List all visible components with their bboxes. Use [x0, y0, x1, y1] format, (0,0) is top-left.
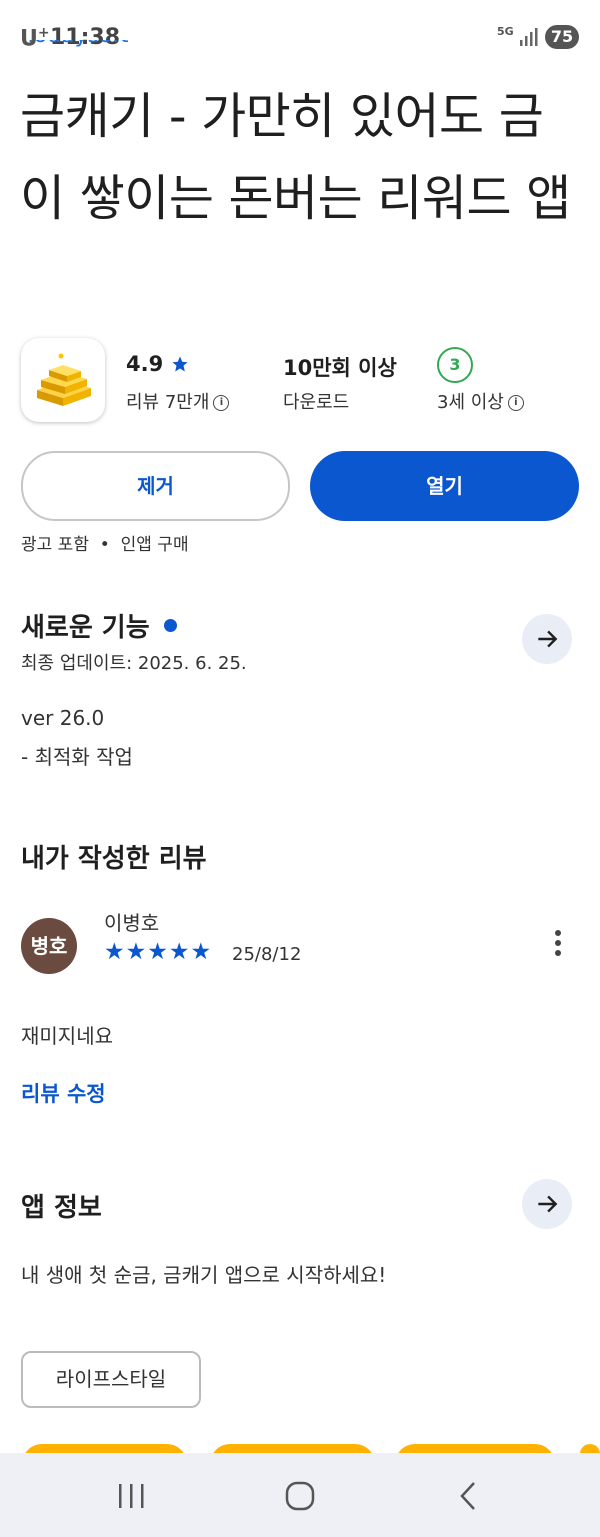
category-chip[interactable]: 라이프스타일 — [21, 1351, 201, 1408]
whats-new-arrow-button[interactable] — [522, 614, 572, 664]
downloads-value: 10만회 이상 — [283, 356, 397, 380]
more-vert-icon[interactable] — [548, 930, 568, 962]
recent-apps-icon[interactable] — [117, 1482, 147, 1510]
my-review-title: 내가 작성한 리뷰 — [21, 844, 207, 874]
avatar: 병호 — [21, 918, 77, 974]
review-text: 재미지네요 — [21, 1024, 113, 1048]
uninstall-button[interactable]: 제거 — [21, 451, 290, 521]
back-icon[interactable] — [456, 1480, 480, 1512]
edit-review-link[interactable]: 리뷰 수정 — [21, 1078, 106, 1108]
age-rating-label[interactable]: 3세 이상 i — [437, 388, 524, 414]
version-text: ver 26.0 — [21, 706, 105, 730]
info-icon: i — [507, 395, 524, 411]
signal-icon — [520, 28, 538, 46]
arrow-right-icon — [538, 630, 558, 648]
new-dot-icon — [163, 619, 177, 632]
star-icon — [172, 356, 188, 372]
release-notes: - 최적화 작업 — [21, 745, 133, 769]
app-badges: 광고 포함 • 인앱 구매 — [21, 535, 189, 555]
about-arrow-button[interactable] — [522, 1179, 572, 1229]
whats-new-title[interactable]: 새로운 기능 — [21, 607, 177, 644]
open-button[interactable]: 열기 — [310, 451, 579, 521]
review-stars: ★★★★★ — [104, 939, 213, 965]
app-icon — [21, 338, 105, 422]
review-author: 이병호 — [104, 911, 160, 935]
reviews-count[interactable]: 리뷰 7만개 i — [126, 388, 230, 414]
rating-value: 4.9 — [126, 352, 189, 376]
network-5g-icon: 5G — [497, 25, 514, 38]
age-rating-icon: 3 — [437, 347, 473, 383]
downloads-label: 다운로드 — [283, 392, 350, 413]
last-updated: 최종 업데이트: 2025. 6. 25. — [21, 653, 247, 674]
arrow-right-icon — [538, 1195, 558, 1213]
battery-indicator: 75 — [545, 25, 579, 49]
home-icon[interactable] — [284, 1480, 316, 1512]
about-title[interactable]: 앱 정보 — [21, 1187, 102, 1224]
developer-link[interactable]: Todaysoft — [24, 40, 129, 62]
app-description: 내 생애 첫 순금, 금캐기 앱으로 시작하세요! — [21, 1263, 387, 1287]
app-title: 금캐기 - 가만히 있어도 금이 쌓이는 돈버는 리워드 앱 — [20, 88, 571, 227]
gold-bars-icon — [37, 353, 91, 406]
info-icon: i — [213, 395, 230, 411]
review-date: 25/8/12 — [232, 944, 302, 965]
